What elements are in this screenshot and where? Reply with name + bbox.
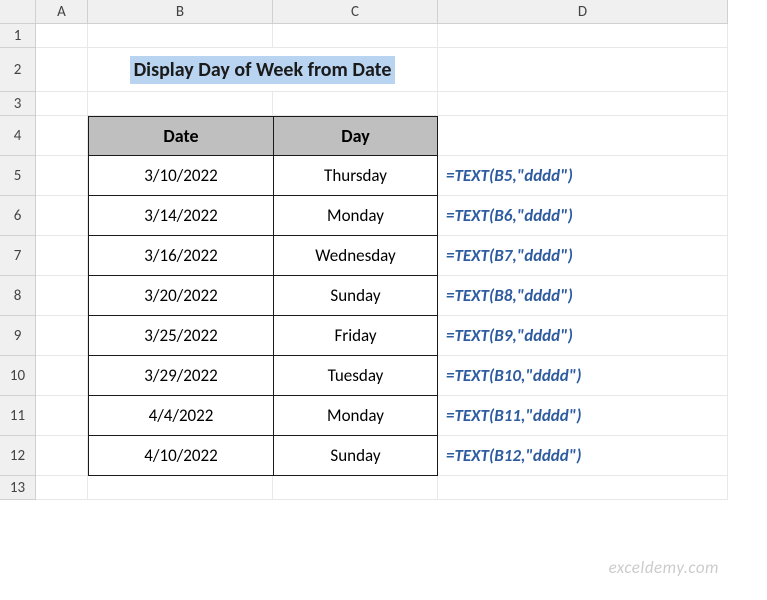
- cell-a5[interactable]: [36, 156, 88, 196]
- row-header-3[interactable]: 3: [0, 92, 36, 116]
- cell-d3[interactable]: [438, 92, 728, 116]
- row-header-4[interactable]: 4: [0, 116, 36, 156]
- cell-c5[interactable]: Thursday: [273, 156, 438, 196]
- formula-d11[interactable]: =TEXT(B11,"dddd"): [438, 396, 728, 436]
- cell-a4[interactable]: [36, 116, 88, 156]
- row-header-13[interactable]: 13: [0, 476, 36, 500]
- cell-c3[interactable]: [273, 92, 438, 116]
- cell-c12[interactable]: Sunday: [273, 436, 438, 476]
- row-header-9[interactable]: 9: [0, 316, 36, 356]
- formula-d10[interactable]: =TEXT(B10,"dddd"): [438, 356, 728, 396]
- row-header-2[interactable]: 2: [0, 48, 36, 92]
- cell-a12[interactable]: [36, 436, 88, 476]
- row-header-7[interactable]: 7: [0, 236, 36, 276]
- row-header-8[interactable]: 8: [0, 276, 36, 316]
- cell-c6[interactable]: Monday: [273, 196, 438, 236]
- cell-c11[interactable]: Monday: [273, 396, 438, 436]
- col-header-c[interactable]: C: [273, 0, 438, 24]
- row-header-12[interactable]: 12: [0, 436, 36, 476]
- cell-b5[interactable]: 3/10/2022: [88, 156, 273, 196]
- row-header-11[interactable]: 11: [0, 396, 36, 436]
- row-header-10[interactable]: 10: [0, 356, 36, 396]
- cell-a8[interactable]: [36, 276, 88, 316]
- row-header-5[interactable]: 5: [0, 156, 36, 196]
- table-header-date[interactable]: Date: [88, 116, 273, 156]
- cell-a6[interactable]: [36, 196, 88, 236]
- col-header-b[interactable]: B: [88, 0, 273, 24]
- cell-a3[interactable]: [36, 92, 88, 116]
- title-cell[interactable]: Display Day of Week from Date: [88, 48, 438, 92]
- cell-b9[interactable]: 3/25/2022: [88, 316, 273, 356]
- cell-b6[interactable]: 3/14/2022: [88, 196, 273, 236]
- col-header-a[interactable]: A: [36, 0, 88, 24]
- cell-a11[interactable]: [36, 396, 88, 436]
- cell-d2[interactable]: [438, 48, 728, 92]
- cell-b12[interactable]: 4/10/2022: [88, 436, 273, 476]
- cell-a9[interactable]: [36, 316, 88, 356]
- cell-a2[interactable]: [36, 48, 88, 92]
- cell-c8[interactable]: Sunday: [273, 276, 438, 316]
- corner-cell[interactable]: [0, 0, 36, 24]
- cell-c10[interactable]: Tuesday: [273, 356, 438, 396]
- cell-a13[interactable]: [36, 476, 88, 500]
- cell-d1[interactable]: [438, 24, 728, 48]
- cell-a10[interactable]: [36, 356, 88, 396]
- cell-c13[interactable]: [273, 476, 438, 500]
- formula-d9[interactable]: =TEXT(B9,"dddd"): [438, 316, 728, 356]
- watermark: exceldemy.com: [609, 557, 719, 578]
- page-title: Display Day of Week from Date: [130, 56, 396, 84]
- cell-b10[interactable]: 3/29/2022: [88, 356, 273, 396]
- cell-b11[interactable]: 4/4/2022: [88, 396, 273, 436]
- col-header-d[interactable]: D: [438, 0, 728, 24]
- row-header-6[interactable]: 6: [0, 196, 36, 236]
- cell-b7[interactable]: 3/16/2022: [88, 236, 273, 276]
- formula-d6[interactable]: =TEXT(B6,"dddd"): [438, 196, 728, 236]
- formula-d12[interactable]: =TEXT(B12,"dddd"): [438, 436, 728, 476]
- cell-a7[interactable]: [36, 236, 88, 276]
- cell-b13[interactable]: [88, 476, 273, 500]
- spreadsheet-grid: A B C D 1 2 Display Day of Week from Dat…: [0, 0, 767, 500]
- formula-d7[interactable]: =TEXT(B7,"dddd"): [438, 236, 728, 276]
- cell-c9[interactable]: Friday: [273, 316, 438, 356]
- row-header-1[interactable]: 1: [0, 24, 36, 48]
- formula-d8[interactable]: =TEXT(B8,"dddd"): [438, 276, 728, 316]
- cell-c7[interactable]: Wednesday: [273, 236, 438, 276]
- cell-b1[interactable]: [88, 24, 273, 48]
- cell-b3[interactable]: [88, 92, 273, 116]
- cell-d4[interactable]: [438, 116, 728, 156]
- table-header-day[interactable]: Day: [273, 116, 438, 156]
- cell-a1[interactable]: [36, 24, 88, 48]
- cell-b8[interactable]: 3/20/2022: [88, 276, 273, 316]
- cell-d13[interactable]: [438, 476, 728, 500]
- formula-d5[interactable]: =TEXT(B5,"dddd"): [438, 156, 728, 196]
- cell-c1[interactable]: [273, 24, 438, 48]
